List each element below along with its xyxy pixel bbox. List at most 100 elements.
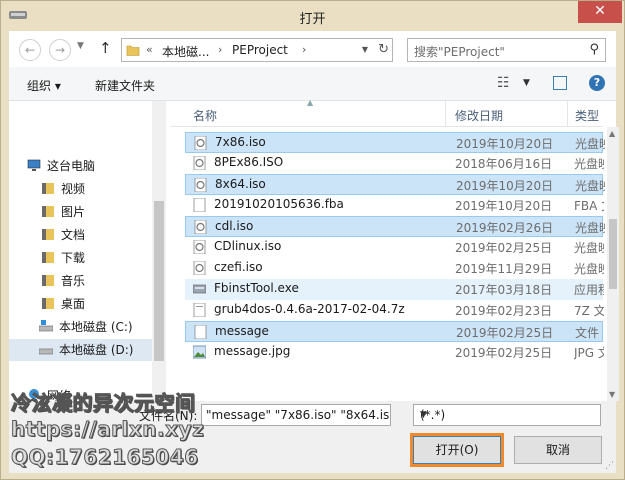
column-name[interactable]: 名称 bbox=[193, 107, 217, 124]
file-date: 2019年10月20日 bbox=[456, 179, 554, 193]
search-icon[interactable]: ⚲ bbox=[589, 42, 599, 57]
disc-image-icon bbox=[194, 136, 207, 150]
refresh-icon[interactable]: ↻ bbox=[378, 42, 389, 57]
image-file-icon bbox=[193, 345, 206, 359]
documents-folder-icon bbox=[42, 229, 54, 240]
file-row[interactable]: message.jpg 2019年02月25日 JPG 文 bbox=[185, 342, 604, 363]
sidebar-item-label: 本地磁盘 (D:) bbox=[59, 343, 134, 357]
file-row[interactable]: czefi.iso 2019年11月29日 光盘映 bbox=[185, 258, 604, 279]
sidebar-item-downloads[interactable]: 下载 bbox=[41, 247, 191, 269]
computer-icon bbox=[27, 159, 41, 171]
scrollbar-thumb[interactable] bbox=[154, 201, 164, 361]
address-bar[interactable]: « 本地磁... › PEProject › ▼ ↻ bbox=[121, 38, 393, 62]
file-row[interactable]: FbinstTool.exe 2017年03月18日 应用程 bbox=[185, 279, 604, 300]
column-divider[interactable] bbox=[445, 101, 446, 127]
file-icon bbox=[194, 325, 207, 339]
address-overflow[interactable]: « bbox=[146, 43, 153, 56]
scrollbar-thumb[interactable] bbox=[609, 219, 617, 289]
chevron-down-icon[interactable]: ▼ bbox=[420, 410, 594, 420]
desktop-folder-icon bbox=[42, 298, 54, 309]
breadcrumb-separator[interactable]: › bbox=[302, 43, 306, 56]
open-button[interactable]: 打开(O) bbox=[413, 436, 501, 464]
watermark-line-2: https://arlxn.xyz bbox=[10, 417, 205, 442]
view-dropdown-icon[interactable]: ▼ bbox=[523, 78, 530, 88]
file-list: ▲ 名称 修改日期 类型 7x86.iso2019年10月20日光盘映8PEx8… bbox=[171, 98, 619, 401]
column-type[interactable]: 类型 bbox=[575, 107, 599, 124]
file-name: 8PEx86.ISO bbox=[214, 155, 284, 169]
file-row[interactable]: grub4dos-0.4.6a-2017-02-04.7z 2019年02月23日… bbox=[185, 300, 604, 321]
music-folder-icon bbox=[42, 275, 54, 286]
cancel-button[interactable]: 取消 bbox=[514, 436, 602, 464]
back-button[interactable]: ← bbox=[19, 39, 41, 61]
exe-icon bbox=[193, 284, 206, 294]
filetype-select[interactable]: (*.*) ▼ bbox=[413, 404, 601, 426]
drive-c-icon bbox=[39, 320, 53, 332]
sidebar-item-label: 下载 bbox=[61, 251, 86, 265]
file-row[interactable]: 20191020105636.fba 2019年10月20日 FBA 文 bbox=[185, 195, 604, 216]
sidebar-item-pictures[interactable]: 图片 bbox=[41, 201, 191, 223]
disc-image-icon bbox=[194, 178, 207, 192]
search-box[interactable]: 搜索"PEProject" ⚲ bbox=[407, 38, 606, 62]
file-row[interactable]: CDlinux.iso 2019年02月25日 光盘映 bbox=[185, 237, 604, 258]
file-type: 光盘映 bbox=[575, 137, 605, 151]
folder-icon bbox=[126, 45, 140, 56]
sidebar-item-music[interactable]: 音乐 bbox=[41, 270, 191, 292]
breadcrumb-drive[interactable]: 本地磁... bbox=[162, 43, 209, 60]
breadcrumb-separator[interactable]: › bbox=[218, 43, 222, 56]
disc-image-icon bbox=[193, 261, 206, 275]
scroll-up-icon[interactable]: ▲ bbox=[609, 129, 615, 138]
file-name: 7x86.iso bbox=[215, 135, 266, 149]
watermark-line-3: QQ:1762165046 bbox=[11, 445, 199, 470]
search-input[interactable]: 搜索"PEProject" bbox=[414, 43, 505, 60]
file-row[interactable]: cdl.iso 2019年02月26日 光盘映 bbox=[185, 216, 605, 237]
navigation-bar: ← → ▼ ↑ « 本地磁... › PEProject › ▼ ↻ 搜索"PE… bbox=[9, 31, 616, 67]
column-divider[interactable] bbox=[567, 101, 568, 127]
new-folder-button[interactable]: 新建文件夹 bbox=[95, 77, 155, 94]
organize-menu[interactable]: 组织 ▾ bbox=[27, 77, 61, 94]
file-row[interactable]: 7x86.iso 2019年10月20日 光盘映 bbox=[185, 132, 605, 153]
title-bar[interactable]: 打开 ✕ bbox=[1, 1, 624, 31]
file-row[interactable]: message 2019年02月25日 文件 bbox=[185, 321, 603, 342]
scroll-down-icon[interactable]: ▼ bbox=[609, 390, 615, 399]
archive-icon bbox=[193, 303, 206, 317]
open-file-dialog: 打开 ✕ ← → ▼ ↑ « 本地磁... › PEProject › ▼ ↻ … bbox=[0, 0, 625, 480]
dialog-title: 打开 bbox=[299, 12, 326, 27]
forward-button[interactable]: → bbox=[49, 39, 71, 61]
file-date: 2019年10月20日 bbox=[456, 137, 554, 151]
file-list-scrollbar[interactable]: ▲ ▼ bbox=[607, 127, 619, 401]
sidebar-item-drive-c[interactable]: 本地磁盘 (C:) bbox=[39, 316, 189, 338]
resize-grip-icon[interactable]: ⋰ bbox=[605, 461, 614, 471]
breadcrumb-folder[interactable]: PEProject bbox=[232, 43, 288, 57]
address-dropdown-icon[interactable]: ▼ bbox=[362, 45, 368, 54]
column-headers: ▲ 名称 修改日期 类型 bbox=[171, 98, 603, 127]
file-row[interactable]: 8PEx86.ISO 2018年06月16日 光盘映 bbox=[185, 153, 604, 174]
sidebar-item-documents[interactable]: 文档 bbox=[41, 224, 191, 246]
file-name: czefi.iso bbox=[214, 260, 263, 274]
view-options-icon[interactable]: ☷ bbox=[497, 75, 510, 91]
preview-pane-icon[interactable] bbox=[553, 76, 567, 90]
file-name: message.jpg bbox=[214, 344, 291, 358]
file-type: 光盘映 bbox=[574, 157, 604, 171]
filename-value[interactable]: "message" "7x86.iso" "8x64.iso bbox=[206, 408, 390, 422]
file-date: 2019年02月25日 bbox=[455, 346, 553, 360]
sidebar-item-desktop[interactable]: 桌面 bbox=[41, 293, 191, 315]
help-icon[interactable]: ? bbox=[589, 75, 605, 91]
filename-input[interactable]: "message" "7x86.iso" "8x64.iso bbox=[201, 404, 391, 426]
file-name: FbinstTool.exe bbox=[214, 281, 299, 295]
navigation-pane: 这台电脑 视频 图片 文档 下载 音乐 桌面 本地磁盘 (C:) 本地磁盘 (D… bbox=[9, 101, 166, 403]
file-date: 2019年11月29日 bbox=[455, 262, 553, 276]
sidebar-item-drive-d[interactable]: 本地磁盘 (D:) bbox=[9, 339, 152, 361]
navigation-scrollbar[interactable] bbox=[152, 101, 166, 401]
close-button[interactable]: ✕ bbox=[578, 1, 622, 23]
sidebar-item-label: 本地磁盘 (C:) bbox=[59, 320, 133, 334]
sidebar-item-label: 桌面 bbox=[61, 297, 86, 311]
file-name: CDlinux.iso bbox=[214, 239, 282, 253]
up-button[interactable]: ↑ bbox=[99, 39, 112, 57]
column-date[interactable]: 修改日期 bbox=[455, 107, 503, 124]
recent-locations-dropdown[interactable]: ▼ bbox=[77, 41, 84, 51]
file-row[interactable]: 8x64.iso 2019年10月20日 光盘映 bbox=[185, 174, 605, 195]
command-toolbar: 组织 ▾ 新建文件夹 ☷ ▼ ? bbox=[9, 67, 616, 101]
file-name: 20191020105636.fba bbox=[214, 197, 344, 211]
file-date: 2019年02月26日 bbox=[456, 221, 554, 235]
sidebar-item-videos[interactable]: 视频 bbox=[41, 178, 191, 200]
